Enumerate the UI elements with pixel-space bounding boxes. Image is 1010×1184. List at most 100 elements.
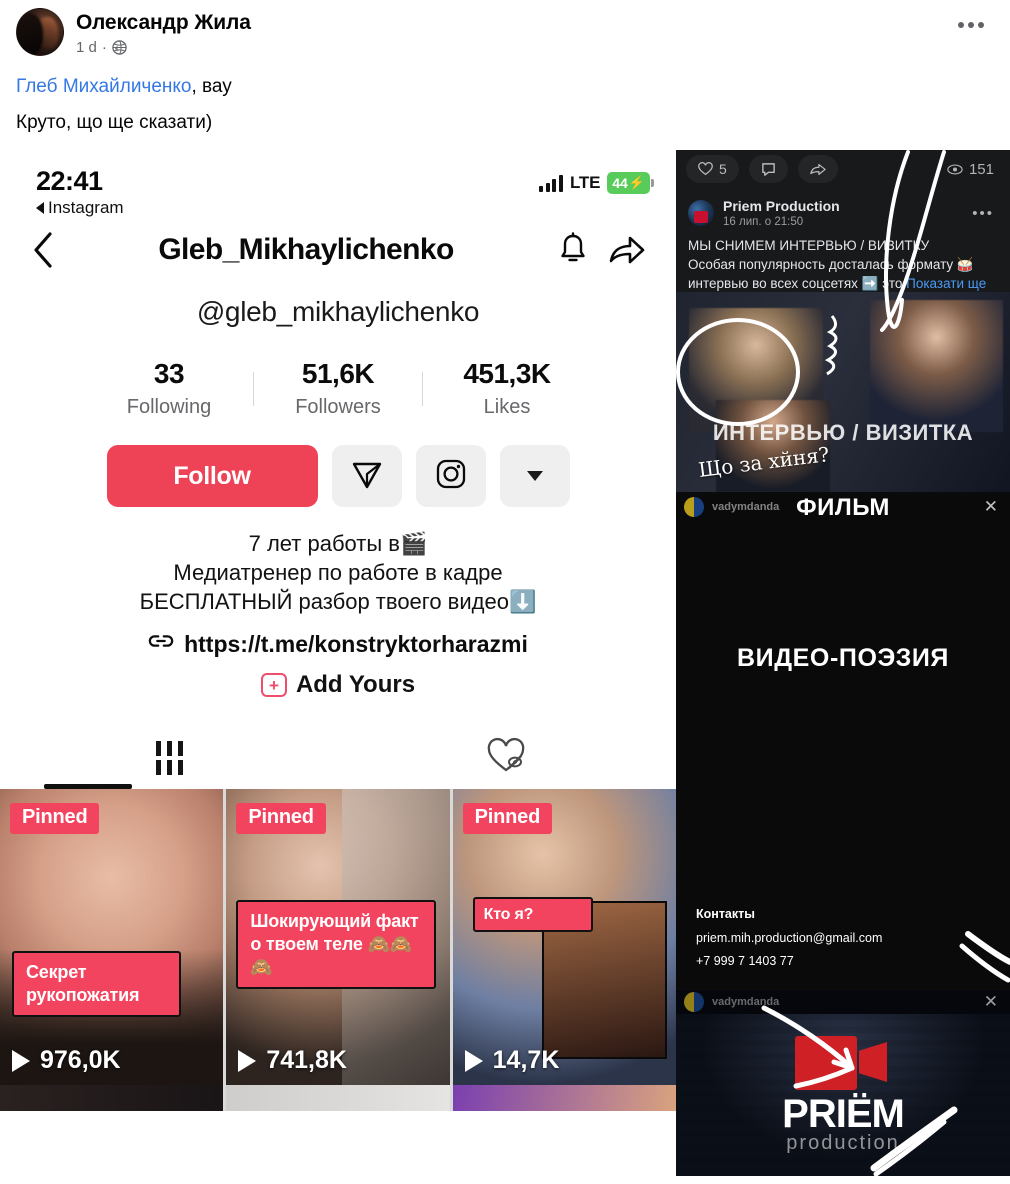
view-counter: 151: [947, 161, 1000, 178]
more-options-icon[interactable]: [954, 14, 988, 36]
facebook-dark-post[interactable]: 5 151 Priem Production 16 лип. о 21:50 •…: [676, 150, 1010, 492]
video-thumbnail[interactable]: [452, 1085, 676, 1111]
story-avatar[interactable]: [684, 992, 704, 1012]
video-camera-icon: [795, 1036, 891, 1090]
contacts-title: Контакты: [696, 907, 755, 921]
status-bar-left: 22:41 Instagram: [36, 166, 124, 218]
page-avatar[interactable]: [688, 200, 714, 226]
comment-icon: [761, 162, 775, 176]
video-thumbnail[interactable]: [0, 1085, 224, 1111]
caret-down-icon: [526, 471, 543, 481]
photo-right: [869, 300, 1004, 432]
see-more-link[interactable]: Показати ще: [906, 276, 986, 291]
post-timestamp[interactable]: 1 d: [76, 39, 97, 56]
share-arrow-icon[interactable]: [608, 232, 646, 268]
video-views: 14,7K: [464, 1046, 560, 1075]
stat-value: 451,3K: [463, 358, 551, 389]
story-video-panel[interactable]: vadymdanda ✕ ФИЛЬМ ВИДЕО-ПОЭЗИЯ Контакты…: [676, 494, 1010, 988]
contact-email[interactable]: priem.mih.production@gmail.com: [696, 931, 882, 945]
eye-icon: [947, 163, 963, 175]
video-thumbnail[interactable]: [226, 1085, 450, 1111]
heart-icon: [698, 162, 713, 176]
bio-link[interactable]: https://t.me/konstryktorharazmi: [40, 630, 636, 658]
instagram-link-button[interactable]: [415, 445, 486, 507]
bio-line-2: Медиатренер по работе в кадре: [173, 560, 503, 585]
back-to-app-button[interactable]: Instagram: [36, 198, 124, 218]
close-icon[interactable]: ✕: [984, 992, 1002, 1012]
story-top-title: ФИЛЬМ: [796, 494, 890, 521]
view-count: 14,7K: [492, 1046, 560, 1074]
video-thumbnail[interactable]: Pinned Шокирующий факт о твоем теле 🙈🙈🙈 …: [226, 789, 450, 1085]
stat-followers[interactable]: 51,6K Followers: [254, 358, 422, 419]
add-yours-icon: +: [260, 673, 287, 697]
profile-title: Gleb_Mikhaylichenko: [158, 233, 454, 266]
more-options-icon[interactable]: •••: [972, 205, 1000, 222]
follow-button[interactable]: Follow: [106, 445, 318, 507]
back-triangle-icon: [36, 202, 44, 214]
play-icon: [238, 1049, 257, 1072]
play-icon: [12, 1049, 30, 1072]
reaction-bar: 5 151: [676, 150, 1010, 190]
video-views: 741,8K: [238, 1046, 347, 1075]
post-header: Олександр Жила 1 d ·: [0, 0, 1010, 64]
instagram-icon: [435, 458, 467, 495]
battery-indicator: 44 ⚡: [607, 172, 654, 194]
post-body: Глеб Михайличенко, вау Круто, що ще сказ…: [0, 64, 1010, 150]
tab-grid[interactable]: [0, 727, 338, 789]
stat-label: Followers: [295, 396, 381, 418]
chevron-left-icon[interactable]: [30, 230, 56, 270]
post-header-text: Олександр Жила 1 d ·: [76, 8, 251, 56]
page-name[interactable]: Priem Production: [723, 198, 840, 215]
stat-following[interactable]: 33 Following: [85, 358, 253, 419]
instagram-profile: 22:41 Instagram LTE 44 ⚡ Gleb_Mikhaylich…: [0, 150, 676, 1176]
network-label: LTE: [569, 173, 601, 192]
contact-phone[interactable]: +7 999 7 1403 77: [696, 954, 882, 968]
instagram-navbar: Gleb_Mikhaylichenko: [0, 218, 676, 282]
story-username[interactable]: vadymdanda: [712, 996, 779, 1008]
post-text: МЫ СНИМЕМ ИНТЕРВЬЮ / ВИЗИТКУ Особая попу…: [676, 232, 1010, 293]
share-button[interactable]: [797, 155, 838, 183]
right-media-column: 5 151 Priem Production 16 лип. о 21:50 •…: [676, 150, 1010, 1176]
more-actions-button[interactable]: [499, 445, 570, 507]
page-header-text: Priem Production 16 лип. о 21:50: [723, 198, 840, 228]
pinned-badge: Pinned: [462, 803, 553, 834]
image-overlay-title: ИНТЕРВЬЮ / ВИЗИТКА: [712, 420, 974, 445]
post-timestamp: 16 лип. о 21:50: [723, 216, 804, 228]
brand-name: PRIËM: [782, 1092, 905, 1136]
play-icon: [464, 1049, 483, 1072]
bio-line-1: 7 лет работы в🎬: [248, 531, 428, 556]
stat-likes[interactable]: 451,3K Likes: [423, 358, 591, 419]
brand-subtitle: production: [786, 1132, 900, 1154]
message-button[interactable]: [331, 445, 402, 507]
video-caption: Секрет рукопожатия: [12, 951, 182, 1017]
video-thumbnail[interactable]: Pinned Кто я? 14,7K: [452, 789, 676, 1085]
bio-line-3: БЕСПЛАТНЫЙ разбор твоего видео⬇️: [139, 589, 537, 614]
comment-button[interactable]: [748, 155, 788, 183]
post-text-line-2: Особая популярность досталась формату 🥁: [688, 257, 974, 272]
like-button[interactable]: 5: [686, 155, 739, 183]
post-text-rest: , вау: [191, 76, 232, 97]
camera-body: [795, 1036, 857, 1090]
post-meta: 1 d ·: [76, 39, 251, 56]
profile-tabs: [0, 727, 676, 789]
story-logo-panel[interactable]: vadymdanda ✕ PRIËM production: [676, 990, 1010, 1176]
bio-link-text: https://t.me/konstryktorharazmi: [184, 630, 528, 657]
instagram-screenshot[interactable]: 22:41 Instagram LTE 44 ⚡ Gleb_Mikhaylich…: [0, 150, 676, 1176]
tab-hidden-likes[interactable]: [338, 727, 676, 789]
mention-link[interactable]: Глеб Михайличенко: [16, 76, 191, 97]
video-thumbnail[interactable]: Pinned Секрет рукопожатия 976,0K: [0, 789, 224, 1085]
stat-value: 51,6K: [301, 358, 375, 389]
charging-bolt-icon: ⚡: [628, 175, 645, 190]
avatar[interactable]: [16, 8, 64, 56]
story-contacts: Контакты priem.mih.production@gmail.com …: [696, 907, 882, 968]
post-author-name[interactable]: Олександр Жила: [76, 10, 251, 36]
add-yours-button[interactable]: + Add Yours: [40, 671, 636, 699]
bell-icon[interactable]: [556, 231, 590, 269]
globe-icon: [112, 40, 127, 55]
view-count: 976,0K: [40, 1046, 121, 1074]
post-text-line-2: Круто, що ще сказати): [16, 112, 213, 133]
views-count: 151: [968, 160, 994, 178]
link-icon: [148, 630, 174, 658]
stat-label: Following: [126, 396, 212, 418]
paper-plane-icon: [350, 457, 384, 496]
